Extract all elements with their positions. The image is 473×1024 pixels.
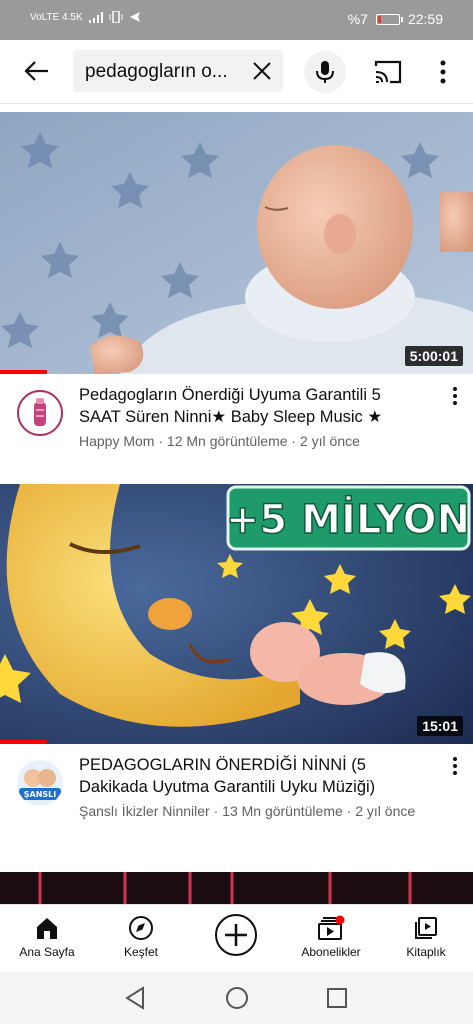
network-indicator: VoLTE 4.5K bbox=[30, 11, 83, 23]
video-title[interactable]: Pedagogların Önerdiği Uyuma Garantili 5 … bbox=[79, 384, 424, 428]
channel-logo: ŞANSLI bbox=[19, 769, 61, 800]
nav-create[interactable] bbox=[189, 911, 283, 957]
nav-library-label: Kitaplık bbox=[406, 945, 446, 959]
system-home-icon[interactable] bbox=[225, 986, 249, 1010]
voice-search-button[interactable] bbox=[304, 51, 346, 93]
nav-explore[interactable]: Keşfet bbox=[94, 911, 188, 959]
thumbnail-image-moon-baby: +5 MİLYON bbox=[0, 484, 473, 744]
back-arrow-icon[interactable] bbox=[22, 56, 52, 86]
more-vert-icon[interactable] bbox=[451, 386, 459, 406]
bottom-navigation: Ana Sayfa Keşfet Abonelikler Kitaplık bbox=[0, 904, 473, 972]
nav-subscriptions-label: Abonelikler bbox=[301, 945, 361, 959]
airplane-icon bbox=[129, 12, 140, 22]
channel-avatar[interactable]: ŞANSLI bbox=[17, 760, 63, 806]
video-meta[interactable]: Pedagogların Önerdiği Uyuma Garantili 5 … bbox=[0, 374, 473, 484]
video-subtitle: Şanslı İkizler Ninniler · 13 Mn görüntül… bbox=[79, 803, 416, 819]
video-title[interactable]: PEDAGOGLARIN ÖNERDİĞİ NİNNİ (5 Dakikada … bbox=[79, 754, 424, 798]
thumbnail-overlay-text: +5 MİLYON bbox=[226, 495, 470, 543]
channel-avatar[interactable] bbox=[17, 390, 63, 436]
nav-home-label: Ana Sayfa bbox=[19, 945, 75, 959]
video-thumbnail[interactable]: +5 MİLYON 15:01 bbox=[0, 484, 473, 744]
search-field[interactable]: pedagogların o... bbox=[73, 50, 283, 92]
status-right: %7 22:59 bbox=[348, 11, 443, 27]
nav-home[interactable]: Ana Sayfa bbox=[0, 911, 94, 959]
search-app-bar: pedagogların o... bbox=[0, 40, 473, 104]
vibrate-icon bbox=[109, 11, 123, 23]
status-bar: VoLTE 4.5K %7 22:59 bbox=[0, 0, 473, 40]
clock: 22:59 bbox=[407, 11, 443, 27]
nav-subscriptions[interactable]: Abonelikler bbox=[284, 911, 378, 959]
system-recents-icon[interactable] bbox=[326, 987, 348, 1009]
baby-bottle-icon bbox=[21, 394, 59, 432]
clear-icon[interactable] bbox=[251, 60, 273, 82]
channel-logo-text: ŞANSLI bbox=[24, 790, 57, 799]
system-back-icon[interactable] bbox=[124, 986, 146, 1010]
video-meta[interactable]: ŞANSLI PEDAGOGLARIN ÖNERDİĞİ NİNNİ (5 Da… bbox=[0, 744, 473, 872]
library-icon bbox=[415, 917, 437, 939]
video-subtitle: Happy Mom · 12 Mn görüntüleme · 2 yıl ön… bbox=[79, 433, 360, 449]
more-vert-icon[interactable] bbox=[436, 58, 450, 86]
signal-icon bbox=[88, 11, 103, 23]
video-duration: 5:00:01 bbox=[404, 346, 463, 366]
video-duration: 15:01 bbox=[417, 716, 463, 736]
status-left: VoLTE 4.5K bbox=[30, 11, 141, 23]
subscriptions-icon bbox=[318, 915, 345, 940]
nav-library[interactable]: Kitaplık bbox=[379, 911, 473, 959]
system-navigation-bar bbox=[0, 972, 473, 1024]
cast-icon[interactable] bbox=[373, 58, 403, 86]
battery-percent: %7 bbox=[347, 11, 368, 27]
search-input[interactable]: pedagogların o... bbox=[85, 61, 243, 83]
more-vert-icon[interactable] bbox=[451, 756, 459, 776]
video-thumbnail[interactable]: 5:00:01 bbox=[0, 112, 473, 374]
mic-icon bbox=[316, 61, 334, 83]
video-thumbnail[interactable] bbox=[0, 872, 473, 904]
battery-icon bbox=[375, 13, 403, 25]
thumbnail-image-sleeping-baby bbox=[0, 112, 473, 374]
create-icon bbox=[215, 914, 257, 956]
thumbnail-image-partial bbox=[38, 872, 412, 904]
home-icon bbox=[37, 918, 57, 939]
nav-explore-label: Keşfet bbox=[123, 945, 159, 959]
explore-icon bbox=[129, 916, 153, 940]
